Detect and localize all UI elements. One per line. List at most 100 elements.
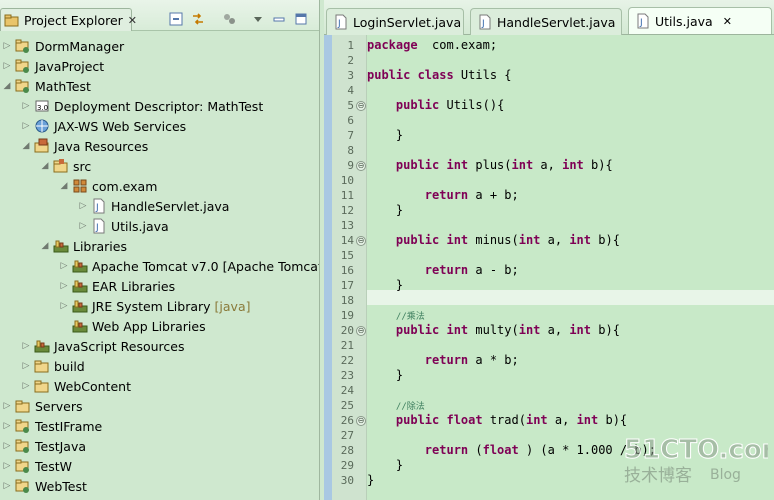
expand-arrow-icon[interactable]: ▷ [2, 401, 12, 411]
tree-item-label: EAR Libraries [92, 278, 176, 294]
collapse-arrow-icon[interactable]: ◢ [21, 141, 31, 151]
tree-item[interactable]: ▷ EAR Libraries [59, 276, 176, 296]
expand-arrow-icon[interactable]: ▷ [2, 481, 12, 491]
svg-text:3.0: 3.0 [37, 104, 48, 112]
library-icon [53, 238, 69, 254]
java-file-icon: J [477, 14, 493, 30]
fold-toggle-icon[interactable]: ⊖ [356, 326, 366, 336]
keyword-token: return [424, 263, 469, 277]
tree-item[interactable]: ▷ JavaScript Resources [21, 336, 185, 356]
tab-label: Utils.java [655, 13, 713, 29]
tree-item[interactable]: ▷ JAX-WS Web Services [21, 116, 187, 136]
tree-item[interactable]: ▷ JRE System Library [java] [59, 296, 251, 316]
keyword-token: int [569, 323, 592, 337]
tab-project-explorer[interactable]: Project Explorer ✕ [0, 8, 137, 31]
project-icon [15, 418, 31, 434]
close-icon[interactable]: ✕ [128, 14, 137, 27]
expand-arrow-icon[interactable]: ▷ [21, 101, 31, 111]
tree-item[interactable]: ◢ com.exam [59, 176, 158, 196]
code-token: } [367, 278, 404, 292]
tree-item[interactable]: ▷ J Utils.java [78, 216, 169, 236]
tree-item[interactable]: ▷ 3.0 Deployment Descriptor: MathTest [21, 96, 264, 116]
tree-item[interactable]: ▷ TestJava [2, 436, 87, 456]
expand-arrow-icon[interactable]: ▷ [21, 121, 31, 131]
tree-item[interactable]: ▷ Servers [2, 396, 83, 416]
line-number: 13 [340, 219, 354, 232]
tree-item[interactable]: ◢ src [40, 156, 92, 176]
line-number: 10 [340, 174, 354, 187]
code-line: } [367, 473, 374, 488]
code-line: return a * b; [367, 353, 519, 368]
collapse-arrow-icon[interactable]: ◢ [2, 81, 12, 91]
expand-arrow-icon[interactable]: ▷ [2, 461, 12, 471]
tree-item[interactable]: ◢ MathTest [2, 76, 91, 96]
collapse-all-icon[interactable] [169, 12, 183, 26]
expand-arrow-icon[interactable]: ▷ [21, 381, 31, 391]
expand-arrow-icon[interactable]: ▷ [59, 261, 69, 271]
tree-item[interactable]: ▷ TestIFrame [2, 416, 103, 436]
svg-text:J: J [639, 18, 643, 28]
code-token: a, [540, 233, 570, 247]
expand-arrow-icon[interactable]: ▷ [2, 41, 12, 51]
tab-login-servlet[interactable]: J LoginServlet.java [326, 8, 464, 35]
link-settings-icon[interactable] [222, 12, 236, 26]
collapse-arrow-icon[interactable]: ◢ [40, 241, 50, 251]
svg-text:51CTO.com: 51CTO.com [624, 435, 768, 465]
folder-icon [34, 378, 50, 394]
tree-item-label: Deployment Descriptor: MathTest [54, 98, 264, 114]
tree-item[interactable]: ▷ TestW [2, 456, 72, 476]
tree-item[interactable]: ▷ WebContent [21, 376, 131, 396]
expand-arrow-icon[interactable]: ▷ [59, 281, 69, 291]
collapse-arrow-icon[interactable]: ◢ [40, 161, 50, 171]
expand-arrow-icon[interactable]: ▷ [21, 361, 31, 371]
expand-arrow-icon[interactable]: ▷ [21, 341, 31, 351]
tree-item[interactable]: ▷ J HandleServlet.java [78, 196, 229, 216]
code-line: //乘法 [367, 308, 425, 323]
tree-item[interactable]: ▷ JavaProject [2, 56, 105, 76]
code-line: package com.exam; [367, 38, 497, 53]
line-number: 22 [340, 354, 354, 367]
expand-arrow-icon[interactable]: ▷ [2, 441, 12, 451]
close-icon[interactable]: ✕ [723, 15, 732, 28]
expand-arrow-icon[interactable]: ▷ [2, 61, 12, 71]
code-token: trad( [482, 413, 526, 427]
tab-utils[interactable]: J Utils.java ✕ [628, 7, 772, 34]
expand-arrow-icon[interactable]: ▷ [59, 301, 69, 311]
view-menu-icon[interactable] [251, 12, 265, 26]
tree-item[interactable]: ◢ Java Resources [21, 136, 148, 156]
tree-item[interactable]: ▷ build [21, 356, 85, 376]
fold-toggle-icon[interactable]: ⊖ [356, 236, 366, 246]
minimize-icon[interactable] [272, 12, 286, 26]
code-line: } [367, 128, 403, 143]
fold-toggle-icon[interactable]: ⊖ [356, 161, 366, 171]
tree-item[interactable]: ▷ Apache Tomcat v7.0 [Apache Tomcat v [59, 256, 319, 276]
tree-item[interactable]: ◢ Libraries [40, 236, 127, 256]
keyword-token: int [511, 158, 534, 172]
expand-arrow-icon[interactable]: ▷ [78, 201, 88, 211]
fold-toggle-icon[interactable]: ⊖ [356, 101, 366, 111]
tree-item-label: build [54, 358, 85, 374]
tree-item-label: Java Resources [54, 138, 149, 154]
library-icon [72, 258, 88, 274]
comment-token: //乘法 [395, 312, 425, 322]
current-line-highlight [367, 290, 774, 305]
tree-item[interactable]: ▷ DormManager [2, 36, 125, 56]
code-token: a + b; [468, 188, 519, 202]
line-number: 30 [340, 474, 354, 487]
tree-item[interactable]: Web App Libraries [59, 316, 206, 336]
maximize-icon[interactable] [294, 12, 308, 26]
fold-toggle-icon[interactable]: ⊖ [356, 416, 366, 426]
line-number: 17 [340, 279, 354, 292]
link-with-editor-icon[interactable] [191, 12, 205, 26]
expand-arrow-icon[interactable]: ▷ [78, 221, 88, 231]
collapse-arrow-icon[interactable]: ◢ [59, 181, 69, 191]
project-icon [15, 438, 31, 454]
tree-item[interactable]: ▷ WebTest [2, 476, 87, 496]
expand-arrow-icon[interactable]: ▷ [2, 421, 12, 431]
code-line: public int minus(int a, int b){ [367, 233, 620, 248]
code-line: public int multy(int a, int b){ [367, 323, 620, 338]
keyword-token: float [482, 443, 519, 457]
tab-handle-servlet[interactable]: J HandleServlet.java [470, 8, 622, 35]
